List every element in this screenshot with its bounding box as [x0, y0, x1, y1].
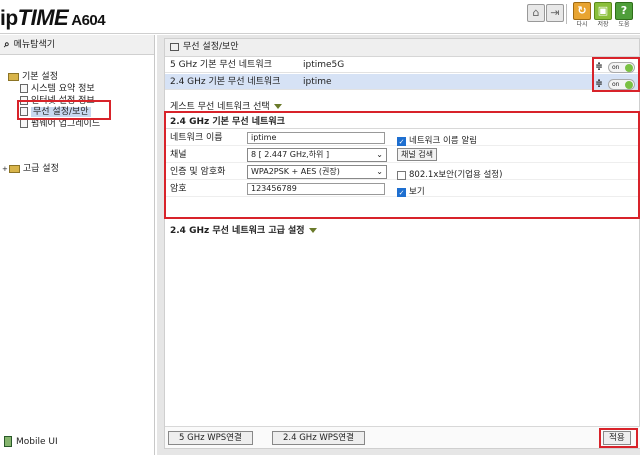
highlight-box: [599, 428, 638, 448]
highlight-box: [17, 100, 111, 120]
logout-icon[interactable]: ⇥: [546, 4, 564, 22]
help-icon: ?: [615, 2, 633, 20]
refresh-icon: ↻: [573, 2, 591, 20]
highlight-box: [164, 111, 640, 219]
advanced-settings-toggle[interactable]: 2.4 GHz 무선 네트워크 고급 설정: [170, 223, 317, 236]
network-row-5ghz[interactable]: 5 GHz 기본 무선 네트워크 iptime5G ≑ on: [165, 57, 640, 73]
save-icon: ▣: [594, 2, 612, 20]
folder-icon: [8, 72, 19, 81]
save-button[interactable]: ▣ 저장: [594, 2, 612, 28]
home-icon[interactable]: ⌂: [527, 4, 545, 22]
search-icon: ⌕: [4, 39, 10, 50]
header-divider: [566, 4, 567, 24]
page-title: 무선 설정/보안: [165, 39, 639, 57]
highlight-box: [592, 57, 640, 92]
dropdown-arrow-icon: [273, 104, 282, 109]
action-bar: 5 GHz WPS연결 2.4 GHz WPS연결 적용: [165, 426, 640, 448]
menu-title: ⌕ 메뉴탐색기: [0, 35, 154, 55]
wps-5ghz-button[interactable]: 5 GHz WPS연결: [168, 431, 253, 445]
folder-icon: [8, 164, 20, 173]
refresh-button[interactable]: ↻ 다시: [573, 2, 591, 28]
help-button[interactable]: ? 도움: [615, 2, 633, 28]
wireless-panel: 무선 설정/보안 5 GHz 기본 무선 네트워크 iptime5G ≑ on …: [164, 38, 640, 449]
dropdown-arrow-icon: [308, 228, 317, 233]
page-icon: [20, 119, 28, 128]
page-icon: [20, 84, 28, 93]
top-header: ipTIME A604 ⌂ ⇥ ↻ 다시 ▣ 저장 ? 도움: [0, 0, 640, 34]
phone-icon: [4, 436, 12, 447]
mobile-ui-link[interactable]: Mobile UI: [4, 436, 58, 447]
menu-sidebar: ⌕ 메뉴탐색기 기본 설정 시스템 요약 정보 인터넷 설정 정보 무선 설정/보…: [0, 35, 155, 455]
iptime-logo: ipTIME A604: [0, 5, 106, 30]
expand-icon: +: [2, 165, 8, 173]
tree-group-advanced[interactable]: + 고급 설정: [2, 161, 59, 174]
network-row-24ghz[interactable]: 2.4 GHz 기본 무선 네트워크 iptime ≑ on: [165, 74, 640, 90]
main-content: 무선 설정/보안 5 GHz 기본 무선 네트워크 iptime5G ≑ on …: [157, 35, 640, 455]
wps-24ghz-button[interactable]: 2.4 GHz WPS연결: [272, 431, 365, 445]
window-icon: [170, 42, 179, 51]
